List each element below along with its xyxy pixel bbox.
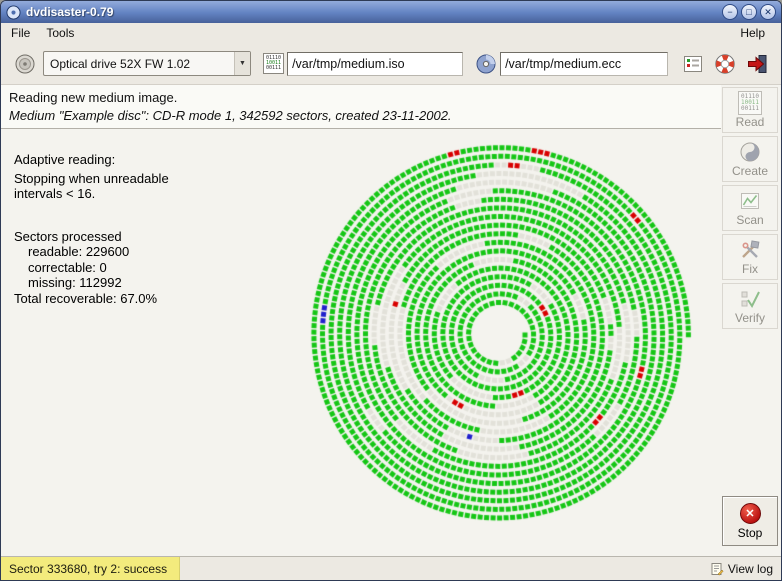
status-message: Sector 333680, try 2: success xyxy=(1,557,180,580)
statusbar: Sector 333680, try 2: success View log xyxy=(1,556,781,580)
total-recoverable: Total recoverable: 67.0% xyxy=(14,291,169,307)
quit-icon xyxy=(746,53,768,75)
maximize-button[interactable]: □ xyxy=(741,4,757,20)
menubar: File Tools Help xyxy=(1,23,781,43)
lifesaver-icon xyxy=(714,53,736,75)
status-line-2: Medium "Example disc": CD-R mode 1, 3425… xyxy=(9,108,713,124)
sectors-missing: missing: 112992 xyxy=(14,275,169,291)
scan-button-label: Scan xyxy=(736,213,763,227)
create-button-label: Create xyxy=(732,164,768,178)
create-icon xyxy=(739,140,761,164)
adaptive-reading-title: Adaptive reading: xyxy=(14,152,169,168)
scan-button[interactable]: Scan xyxy=(722,185,778,231)
drive-button[interactable] xyxy=(10,49,40,79)
help-button[interactable] xyxy=(710,49,740,79)
verify-button-label: Verify xyxy=(735,311,765,325)
reading-spiral xyxy=(294,130,704,540)
preferences-icon xyxy=(682,53,704,75)
status-header: Reading new medium image. Medium "Exampl… xyxy=(1,85,721,129)
menu-help[interactable]: Help xyxy=(732,24,773,42)
ecc-file-icon xyxy=(475,53,497,75)
read-button-label: Read xyxy=(736,115,765,129)
preferences-button[interactable] xyxy=(678,49,708,79)
stop-button-label: Stop xyxy=(738,526,763,540)
binary-row: 00111 xyxy=(266,66,281,71)
verify-icon xyxy=(739,287,761,311)
stopping-line-2: intervals < 16. xyxy=(14,186,169,202)
drive-select-value: Optical drive 52X FW 1.02 xyxy=(44,57,234,71)
image-file-icon: 01110 10011 00111 xyxy=(263,53,284,74)
status-line-1: Reading new medium image. xyxy=(9,90,713,106)
ecc-file-input[interactable] xyxy=(500,52,668,76)
image-file-input[interactable] xyxy=(287,52,463,76)
titlebar[interactable]: dvdisaster-0.79 − □ ✕ xyxy=(1,1,781,23)
window-title: dvdisaster-0.79 xyxy=(26,5,719,19)
quit-button[interactable] xyxy=(742,49,772,79)
fix-button[interactable]: Fix xyxy=(722,234,778,280)
content-area: Reading new medium image. Medium "Exampl… xyxy=(1,85,781,556)
fix-icon xyxy=(739,238,761,262)
binary-row: 00111 xyxy=(741,106,759,112)
read-icon: 01110 10011 00111 xyxy=(738,91,762,115)
sectors-processed-title: Sectors processed xyxy=(14,229,169,245)
app-window: dvdisaster-0.79 − □ ✕ File Tools Help Op… xyxy=(0,0,782,581)
sectors-correctable: correctable: 0 xyxy=(14,260,169,276)
action-sidebar: 01110 10011 00111 Read Create Scan xyxy=(721,87,779,554)
scan-icon xyxy=(739,189,761,213)
verify-button[interactable]: Verify xyxy=(722,283,778,329)
minimize-button[interactable]: − xyxy=(722,4,738,20)
view-log-label: View log xyxy=(728,562,773,576)
stop-icon: ✕ xyxy=(740,503,761,524)
read-button[interactable]: 01110 10011 00111 Read xyxy=(722,87,778,133)
chevron-down-icon: ▼ xyxy=(234,52,250,75)
app-icon xyxy=(6,5,21,20)
toolbar: Optical drive 52X FW 1.02 ▼ 01110 10011 … xyxy=(1,43,781,85)
drive-icon xyxy=(14,53,36,75)
drive-select[interactable]: Optical drive 52X FW 1.02 ▼ xyxy=(43,51,251,76)
close-button[interactable]: ✕ xyxy=(760,4,776,20)
main-area: Adaptive reading: Stopping when unreadab… xyxy=(1,130,721,556)
sectors-readable: readable: 229600 xyxy=(14,244,169,260)
menu-tools[interactable]: Tools xyxy=(38,24,82,42)
fix-button-label: Fix xyxy=(742,262,758,276)
stopping-line-1: Stopping when unreadable xyxy=(14,171,169,187)
view-log-button[interactable]: View log xyxy=(710,562,781,576)
stop-button[interactable]: ✕ Stop xyxy=(722,496,778,546)
menu-file[interactable]: File xyxy=(3,24,38,42)
reading-info-panel: Adaptive reading: Stopping when unreadab… xyxy=(14,152,169,306)
create-button[interactable]: Create xyxy=(722,136,778,182)
log-icon xyxy=(710,562,724,576)
